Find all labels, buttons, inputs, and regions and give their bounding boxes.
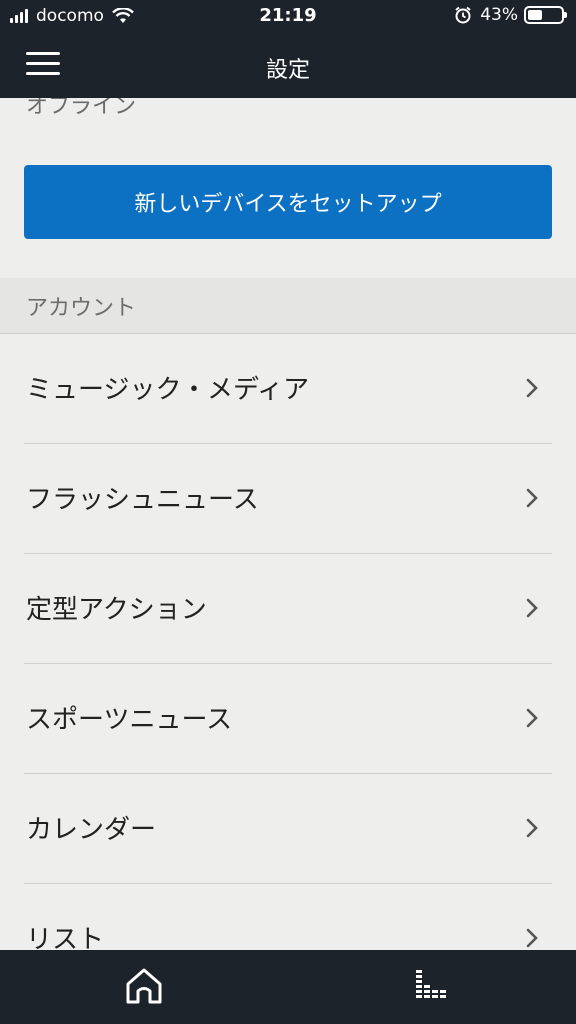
list-item-music-media[interactable]: ミュージック・メディア: [0, 334, 576, 444]
list-item-routines[interactable]: 定型アクション: [0, 554, 576, 664]
home-icon[interactable]: [122, 964, 166, 1008]
status-bar: docomo 21:19 43%: [0, 0, 576, 32]
alarm-icon: [455, 6, 471, 24]
tab-bar: [0, 950, 576, 1024]
chevron-right-icon: [526, 598, 538, 618]
nav-bar: 設定: [0, 32, 576, 98]
list-item-label: ミュージック・メディア: [26, 375, 310, 405]
battery-percent: 43%: [480, 5, 518, 25]
list-item-label: フラッシュニュース: [26, 485, 259, 515]
activity-icon[interactable]: [410, 964, 454, 1008]
battery-icon: [524, 6, 567, 24]
list-item-sports-news[interactable]: スポーツニュース: [0, 664, 576, 774]
list-item-label: 定型アクション: [26, 595, 207, 625]
list-item-lists[interactable]: リスト: [0, 884, 576, 950]
status-right: 43%: [454, 5, 567, 25]
offline-section-label: オフライン: [26, 98, 137, 119]
page-title: 設定: [265, 58, 310, 83]
chevron-right-icon: [526, 818, 538, 838]
setup-new-device-button[interactable]: 新しいデバイスをセットアップ: [24, 165, 552, 239]
chevron-right-icon: [526, 488, 538, 508]
settings-content[interactable]: オフライン 新しいデバイスをセットアップ アカウント ミュージック・メディア フ…: [0, 98, 576, 950]
section-title: アカウント: [26, 296, 137, 321]
account-section-header: アカウント: [0, 278, 576, 334]
chevron-right-icon: [526, 378, 538, 398]
list-item-label: スポーツニュース: [26, 705, 233, 735]
settings-list: ミュージック・メディア フラッシュニュース 定型アクション スポーツニュース カ…: [0, 334, 576, 950]
chevron-right-icon: [526, 928, 538, 948]
list-item-label: カレンダー: [26, 815, 157, 845]
list-item-label: リスト: [26, 925, 105, 950]
list-item-calendar[interactable]: カレンダー: [0, 774, 576, 884]
chevron-right-icon: [526, 708, 538, 728]
list-item-flash-news[interactable]: フラッシュニュース: [0, 444, 576, 554]
